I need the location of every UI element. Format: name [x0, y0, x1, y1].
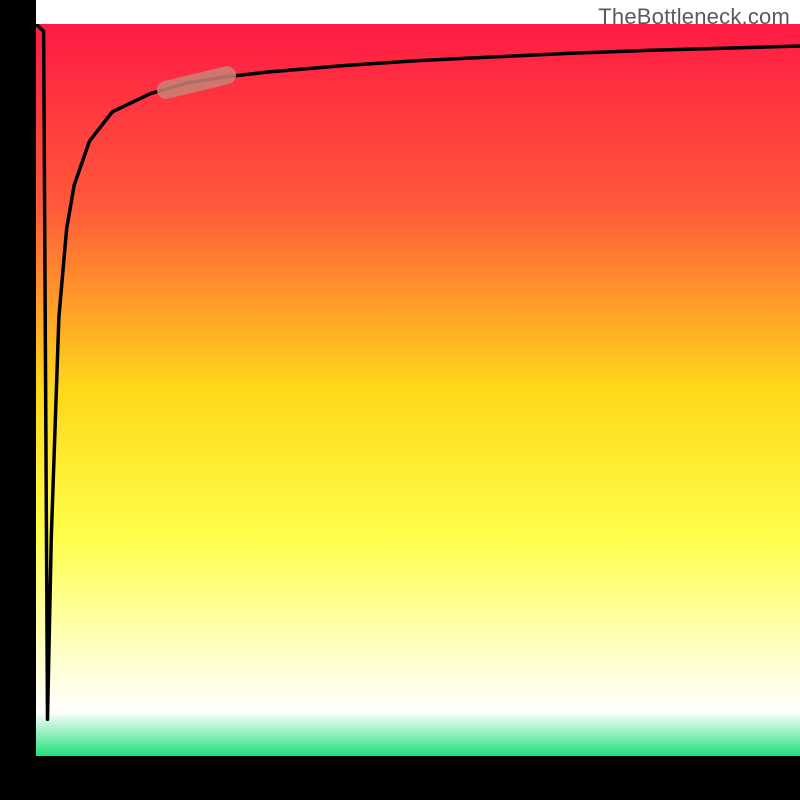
watermark-text: TheBottleneck.com	[598, 4, 790, 30]
chart-svg	[0, 0, 800, 800]
y-axis	[0, 0, 36, 800]
chart-stage: TheBottleneck.com	[0, 0, 800, 800]
x-axis	[0, 756, 800, 800]
plot-background	[36, 24, 800, 756]
